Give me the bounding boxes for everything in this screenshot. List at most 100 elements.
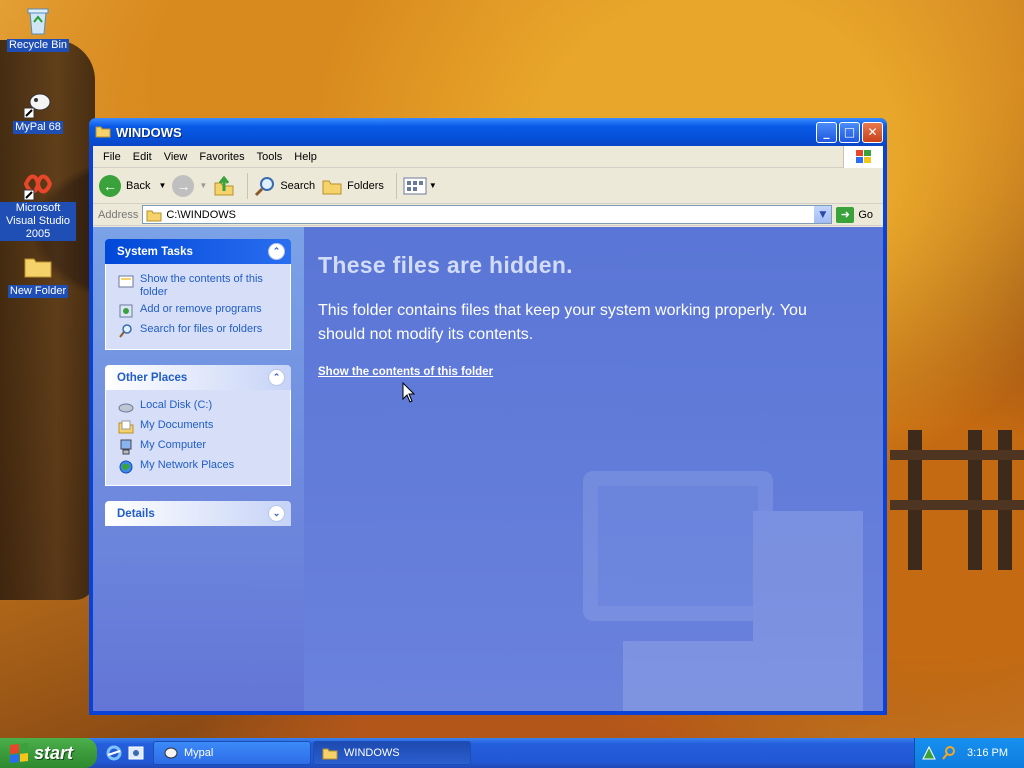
start-button[interactable]: start bbox=[0, 738, 97, 768]
show-contents-link[interactable]: Show the contents of this folder bbox=[318, 366, 493, 378]
mypal-icon bbox=[164, 747, 178, 759]
place-my-documents[interactable]: My Documents bbox=[118, 419, 284, 435]
collapse-icon[interactable]: ⌃ bbox=[268, 369, 285, 386]
taskbar-item-mypal[interactable]: Mypal bbox=[153, 741, 311, 765]
go-button[interactable]: ➜ Go bbox=[836, 206, 873, 223]
clock: 3:16 PM bbox=[967, 747, 1008, 759]
menu-edit[interactable]: Edit bbox=[127, 151, 158, 163]
other-places-title: Other Places bbox=[117, 371, 188, 384]
taskbar-item-label: Mypal bbox=[184, 747, 214, 759]
windows-logo-icon bbox=[843, 146, 883, 168]
address-input[interactable]: C:\WINDOWS ▼ bbox=[142, 205, 833, 224]
details-title: Details bbox=[117, 507, 155, 520]
views-button[interactable]: ▼ bbox=[403, 176, 437, 196]
wallpaper-fence bbox=[890, 430, 1024, 570]
desktop-icon-recycle-bin[interactable]: Recycle Bin bbox=[0, 4, 76, 52]
back-label: Back bbox=[126, 179, 151, 192]
menu-favorites[interactable]: Favorites bbox=[193, 151, 250, 163]
close-button[interactable]: ✕ bbox=[862, 121, 883, 143]
title-bar[interactable]: WINDOWS _ □ ✕ bbox=[89, 118, 887, 146]
folders-button[interactable]: Folders bbox=[321, 175, 384, 197]
place-label: My Computer bbox=[140, 439, 207, 451]
hidden-files-heading: These files are hidden. bbox=[318, 252, 573, 278]
other-places-group: Other Places ⌃ Local Disk (C:) My Docume… bbox=[105, 365, 291, 486]
search-button[interactable]: Search bbox=[254, 175, 315, 197]
maximize-icon: □ bbox=[843, 125, 856, 139]
place-label: My Network Places bbox=[140, 459, 235, 471]
recycle-bin-icon bbox=[22, 4, 54, 36]
folder-icon bbox=[146, 210, 162, 221]
search-icon bbox=[119, 324, 132, 338]
menu-tools[interactable]: Tools bbox=[251, 151, 289, 163]
toolbar-separator bbox=[247, 172, 249, 199]
menu-view[interactable]: View bbox=[158, 151, 194, 163]
task-search-files[interactable]: Search for files or folders bbox=[118, 323, 284, 339]
task-add-remove-programs[interactable]: Add or remove programs bbox=[118, 303, 284, 319]
start-label: start bbox=[34, 742, 74, 763]
hidden-files-message: This folder contains files that keep you… bbox=[318, 302, 807, 343]
collapse-icon[interactable]: ⌃ bbox=[268, 243, 285, 260]
up-folder-button[interactable] bbox=[213, 175, 235, 197]
local-disk-icon bbox=[118, 403, 134, 413]
mypal-icon bbox=[22, 86, 54, 119]
place-label: My Documents bbox=[140, 419, 214, 431]
menu-file[interactable]: File bbox=[97, 151, 127, 163]
desktop-icon-label: MyPal 68 bbox=[13, 121, 63, 134]
up-folder-icon bbox=[214, 175, 234, 195]
explorer-window: WINDOWS _ □ ✕ File Edit View Favorites T… bbox=[89, 118, 887, 715]
chevron-down-icon: ▼ bbox=[819, 209, 827, 220]
taskbar-item-windows[interactable]: WINDOWS bbox=[313, 741, 471, 765]
back-arrow-icon: ← bbox=[99, 174, 121, 197]
minimize-icon: _ bbox=[823, 125, 830, 139]
content-area: System Tasks ⌃ Show the contents of this… bbox=[93, 227, 883, 711]
chevron-down-icon: ▼ bbox=[199, 181, 208, 190]
add-remove-programs-icon bbox=[119, 304, 133, 318]
system-tasks-body: Show the contents of this folder Add or … bbox=[105, 264, 291, 350]
desktop-icon-new-folder[interactable]: New Folder bbox=[0, 250, 76, 298]
menu-bar: File Edit View Favorites Tools Help bbox=[93, 146, 883, 168]
system-tasks-title: System Tasks bbox=[117, 245, 193, 258]
address-bar: Address C:\WINDOWS ▼ ➜ Go bbox=[93, 204, 883, 226]
menu-help[interactable]: Help bbox=[288, 151, 323, 163]
details-group: Details ⌄ bbox=[105, 501, 291, 526]
go-label: Go bbox=[858, 208, 873, 221]
search-icon bbox=[255, 176, 275, 196]
system-tasks-header[interactable]: System Tasks ⌃ bbox=[105, 239, 291, 264]
my-computer-icon bbox=[120, 439, 132, 455]
minimize-button[interactable]: _ bbox=[816, 121, 837, 143]
place-my-computer[interactable]: My Computer bbox=[118, 439, 284, 455]
internet-explorer-icon[interactable] bbox=[105, 744, 123, 762]
task-show-contents[interactable]: Show the contents of this folder bbox=[118, 273, 284, 299]
folders-label: Folders bbox=[347, 179, 384, 192]
window-body: File Edit View Favorites Tools Help ← Ba… bbox=[93, 146, 883, 711]
maximize-button[interactable]: □ bbox=[839, 121, 860, 143]
back-button[interactable]: ← Back ▼ bbox=[99, 174, 166, 197]
task-label: Show the contents of this folder bbox=[140, 273, 263, 298]
network-tray-icon[interactable] bbox=[921, 745, 937, 761]
show-desktop-icon[interactable] bbox=[127, 744, 145, 762]
desktop-icon-visual-studio[interactable]: Microsoft Visual Studio 2005 bbox=[0, 168, 76, 241]
main-pane: These files are hidden. This folder cont… bbox=[304, 227, 883, 711]
folder-icon bbox=[95, 123, 111, 142]
system-tasks-group: System Tasks ⌃ Show the contents of this… bbox=[105, 239, 291, 350]
place-local-disk[interactable]: Local Disk (C:) bbox=[118, 399, 284, 415]
place-my-network-places[interactable]: My Network Places bbox=[118, 459, 284, 475]
search-label: Search bbox=[280, 179, 316, 192]
desktop-icon-mypal[interactable]: MyPal 68 bbox=[0, 86, 76, 134]
forward-button[interactable]: → ▼ bbox=[172, 174, 208, 197]
chevron-down-icon: ▼ bbox=[428, 181, 437, 190]
address-dropdown-button[interactable]: ▼ bbox=[814, 206, 832, 223]
other-places-header[interactable]: Other Places ⌃ bbox=[105, 365, 291, 390]
views-icon bbox=[403, 177, 427, 194]
expand-icon[interactable]: ⌄ bbox=[268, 505, 285, 522]
mouse-cursor-icon bbox=[402, 382, 416, 403]
toolbar: ← Back ▼ → ▼ Search Folders ▼ bbox=[93, 168, 883, 204]
show-contents-icon bbox=[118, 275, 134, 288]
taskbar: start Mypal WINDOWS 3:16 PM bbox=[0, 738, 1024, 768]
task-label: Add or remove programs bbox=[140, 303, 262, 315]
search-tray-icon[interactable] bbox=[941, 745, 957, 761]
chevron-down-icon[interactable]: ▼ bbox=[158, 181, 166, 190]
details-header[interactable]: Details ⌄ bbox=[105, 501, 291, 526]
system-tray: 3:16 PM bbox=[914, 738, 1024, 768]
folder-icon bbox=[322, 748, 338, 760]
